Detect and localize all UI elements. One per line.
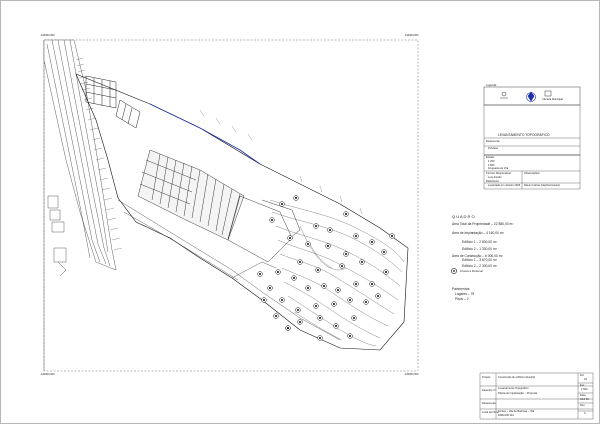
tb-rev-label: Rev. <box>580 404 586 407</box>
tree-center <box>262 298 266 302</box>
tree-center <box>384 270 388 274</box>
pavements-line-2: Pisos – 2 <box>455 297 469 301</box>
legend-title: Legenda: <box>486 84 497 87</box>
tb-desenho-value-2: Planta de Implantação – Proposta <box>498 392 538 395</box>
requerente-label: Requerente: <box>486 140 501 143</box>
tree-center <box>352 316 356 320</box>
tb-folha-value: 01 <box>584 378 587 381</box>
tree-center <box>316 268 320 272</box>
tree-center <box>298 320 302 324</box>
tree-center <box>294 196 298 200</box>
tree-center <box>332 302 336 306</box>
tree-center <box>292 276 296 280</box>
coord-bottom-right: -140000,000 <box>404 373 419 376</box>
tree-center <box>364 300 368 304</box>
area-edif-1: Edifício 1 – 2 830,00 m² <box>462 240 497 244</box>
tree-center <box>370 282 374 286</box>
tree-center <box>286 326 290 330</box>
tb-folha-label: Fol. <box>580 374 585 377</box>
responsavel-value: Luís Aurélio <box>488 176 502 179</box>
tree-center <box>344 252 348 256</box>
area-edif-2: Edifício 2 – 1 330,00 m² <box>462 247 497 251</box>
areas-title: Q U A D R O <box>452 214 475 219</box>
requerente-value: Préviaso <box>488 147 499 150</box>
logo-caption-right: Câmara Municipal <box>542 98 563 101</box>
area-implantacao: Área de Implantação – 4 160,00 m² <box>452 231 504 235</box>
tb-escala-value: 1:500 <box>581 388 588 391</box>
coord-value: Datum Lisboa (Hayford-Gauss) <box>524 184 560 187</box>
tb-rev-value: 0 <box>584 412 586 415</box>
tb-desenho-value-1: Levantamento Topográfico <box>498 387 529 390</box>
tree-center <box>370 240 374 244</box>
area-edif-2c: Edifício 2 – 2 330,00 m² <box>462 264 497 268</box>
tree-center <box>354 282 358 286</box>
tree-center <box>306 242 310 246</box>
tree-center <box>376 294 380 298</box>
ref-label: Referência: <box>486 180 500 183</box>
drawing-sheet: -140000,000 -140000,000 -140000,000 -140… <box>0 0 600 424</box>
tree-center <box>322 284 326 288</box>
tree-center <box>268 286 272 290</box>
tree-center <box>382 250 386 254</box>
tree-center <box>360 260 364 264</box>
tree-center <box>314 224 318 228</box>
tree-center <box>344 212 348 216</box>
tree-center <box>348 298 352 302</box>
coord-top-right: -140000,000 <box>404 34 419 37</box>
tree-center <box>336 288 340 292</box>
tree-center <box>318 316 322 320</box>
tree-center <box>274 314 278 318</box>
tree-center <box>318 336 322 340</box>
area-edif-1c: Edifício 1 – 3 670,00 m² <box>462 258 497 262</box>
tb-local-label: Local da Obra: <box>482 411 500 414</box>
tree-center <box>288 236 292 240</box>
tree-center <box>390 234 394 238</box>
escala-value-1: 1:200 <box>488 160 495 163</box>
tb-local-value: Fontes – Vila de Barbosa – Vila <box>498 410 535 413</box>
tree-center <box>276 270 280 274</box>
pavements-line-1: Lugares – 75 <box>455 292 475 296</box>
observacoes-label: Observações: <box>524 172 541 175</box>
tree-center <box>340 264 344 268</box>
escala-value-3: Freguesia de Vila <box>488 167 509 170</box>
tree-center <box>306 286 310 290</box>
plan-title: LEVANTAMENTO TOPOGRÁFICO <box>498 133 550 137</box>
tree-legend-label: Árvores a Preservar <box>460 270 484 273</box>
tree-center <box>328 228 332 232</box>
tb-projeto-value: Construção de edifício industrial <box>498 376 535 379</box>
tree-center <box>314 304 318 308</box>
tb-projeto-label: Projeto: <box>482 376 491 379</box>
area-total: Área Total da Propriedade – 22 880,00 m² <box>452 222 514 226</box>
tree-center <box>280 202 284 206</box>
coord-bottom-left: -140000,000 <box>40 373 55 376</box>
tree-center <box>270 218 274 222</box>
coord-top-left: -140000,000 <box>40 34 55 37</box>
responsavel-label: Técnico Responsável: <box>486 172 512 175</box>
tb-escala-label: Esc.: <box>580 384 586 387</box>
tb-data-label: Data <box>580 394 586 397</box>
tree-center <box>258 272 262 276</box>
tree-center <box>354 234 358 238</box>
pavements-title: Pavimentos: <box>452 287 471 291</box>
tb-data-value: Abril 06 <box>580 398 589 401</box>
tree-center <box>326 244 330 248</box>
tree-center <box>296 308 300 312</box>
tb-desenho-label: Desenho nº: <box>482 389 497 392</box>
tree-center <box>334 324 338 328</box>
tree-center <box>298 260 302 264</box>
tree-center <box>280 298 284 302</box>
tb-local-value-2: 4490-000 Sbc <box>498 414 515 417</box>
ref-value: Levantado em Janeiro 2006 <box>488 184 521 187</box>
escala-label: Escala: <box>486 156 495 159</box>
tree-center <box>348 334 352 338</box>
site-plan-drawing <box>0 0 600 424</box>
tb-requerente-label: Requerente: <box>482 402 497 405</box>
